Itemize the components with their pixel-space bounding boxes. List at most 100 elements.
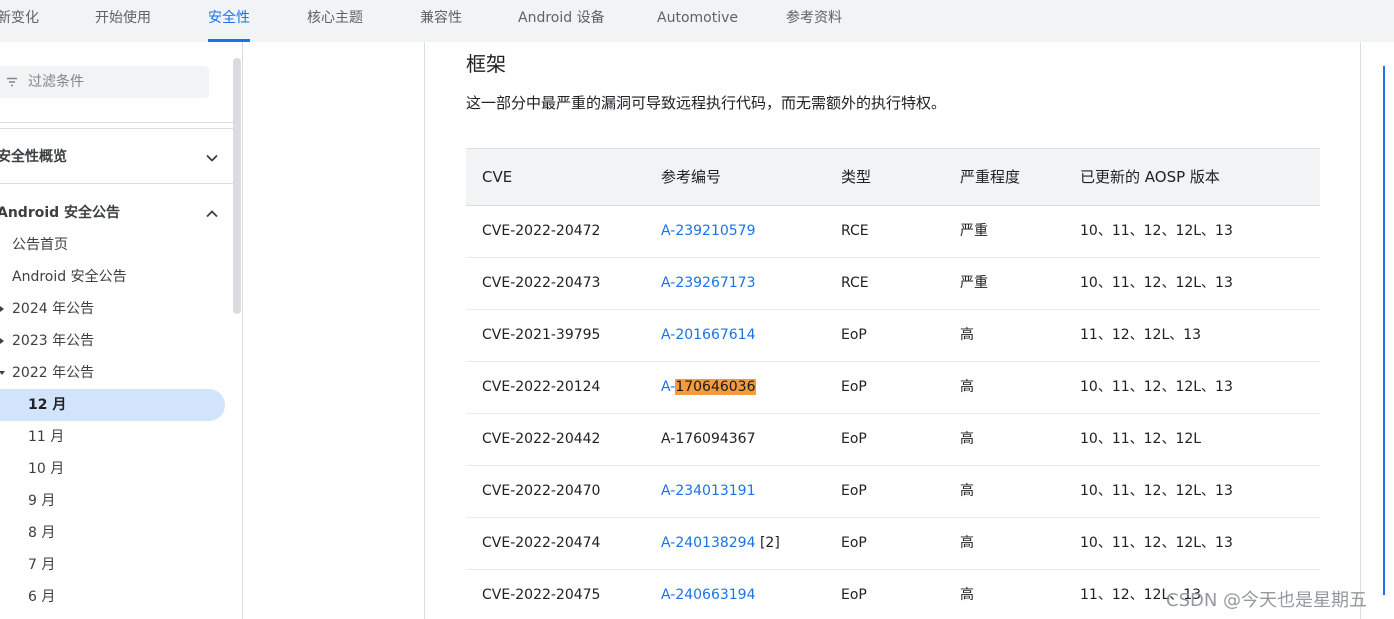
aosp-versions: 10、11、12、12L、13 [1080, 483, 1233, 499]
vuln-type: EoP [841, 535, 867, 551]
tab-whats-new[interactable]: 新变化 [0, 0, 39, 42]
severity: 高 [960, 431, 974, 447]
sidebar-item-november[interactable]: 11 月 [28, 422, 64, 452]
table-row: CVE-2022-20442 A-176094367 EoP 高 10、11、1… [466, 414, 1320, 466]
table-row: CVE-2022-20470 A-234013191 EoP 高 10、11、1… [466, 466, 1320, 518]
aosp-versions: 10、11、12、12L、13 [1080, 535, 1233, 551]
table-row: CVE-2021-39795 A-201667614 EoP 高 11、12、1… [466, 310, 1320, 362]
severity: 严重 [960, 275, 988, 291]
sidebar: 安全性概览 Android 安全公告 公告首页 Android 安全公告 202… [0, 42, 243, 619]
sidebar-item-september[interactable]: 9 月 [28, 486, 55, 516]
sidebar-item-june[interactable]: 6 月 [28, 582, 55, 612]
divider [0, 128, 233, 129]
table-row: CVE-2022-20474 A-240138294 [2] EoP 高 10、… [466, 518, 1320, 570]
chevron-up-icon [205, 207, 219, 221]
divider [0, 183, 233, 184]
top-nav: 新变化 开始使用 安全性 核心主题 兼容性 Android 设备 Automot… [0, 0, 1394, 42]
sidebar-item-october[interactable]: 10 月 [28, 454, 64, 484]
bug-reference-link[interactable]: A-240138294 [661, 535, 756, 551]
sidebar-item-2023[interactable]: 2023 年公告 [12, 326, 94, 356]
section-android-bulletins[interactable]: Android 安全公告 [0, 198, 229, 228]
bug-reference-link[interactable]: A-239267173 [661, 275, 756, 291]
cve-id: CVE-2022-20474 [482, 535, 601, 551]
divider [0, 122, 233, 123]
severity: 严重 [960, 223, 988, 239]
cve-id: CVE-2021-39795 [482, 327, 601, 343]
caret-right-icon [0, 306, 5, 312]
filter-input[interactable] [28, 66, 198, 98]
tab-security[interactable]: 安全性 [208, 0, 250, 42]
vuln-type: EoP [841, 379, 867, 395]
vuln-type: EoP [841, 483, 867, 499]
bug-reference-link[interactable]: A-240663194 [661, 587, 756, 603]
vuln-type: EoP [841, 587, 867, 603]
vuln-type: RCE [841, 223, 869, 239]
cve-id: CVE-2022-20473 [482, 275, 601, 291]
cve-id: CVE-2022-20470 [482, 483, 601, 499]
toc-progress-rail [1383, 66, 1385, 595]
bug-reference-link[interactable]: A-239210579 [661, 223, 756, 239]
sidebar-item-july[interactable]: 7 月 [28, 550, 55, 580]
vuln-type: EoP [841, 431, 867, 447]
ref-cell: A-170646036 [661, 362, 756, 413]
section-heading: 框架 [466, 52, 506, 76]
vulnerability-table: CVE 参考编号 类型 严重程度 已更新的 AOSP 版本 CVE-2022-2… [466, 148, 1320, 619]
severity: 高 [960, 483, 974, 499]
tab-compatibility[interactable]: 兼容性 [420, 0, 462, 42]
tab-reference[interactable]: 参考资料 [786, 0, 842, 42]
main-content: 框架 这一部分中最严重的漏洞可导致远程执行代码，而无需额外的执行特权。 CVE … [424, 42, 1361, 619]
aosp-versions: 11、12、12L、13 [1080, 327, 1202, 343]
severity: 高 [960, 379, 974, 395]
table-row: CVE-2022-20124 A-170646036 EoP 高 10、11、1… [466, 362, 1320, 414]
cve-id: CVE-2022-20472 [482, 223, 601, 239]
cve-id: CVE-2022-20442 [482, 431, 601, 447]
tab-android-devices[interactable]: Android 设备 [518, 0, 605, 42]
aosp-versions: 10、11、12、12L、13 [1080, 379, 1233, 395]
ref-cell: A-234013191 [661, 466, 756, 517]
sidebar-item-android-bulletins[interactable]: Android 安全公告 [12, 262, 127, 292]
sidebar-item-august[interactable]: 8 月 [28, 518, 55, 548]
table-header: CVE 参考编号 类型 严重程度 已更新的 AOSP 版本 [466, 148, 1320, 206]
sidebar-item-2022[interactable]: 2022 年公告 [12, 358, 94, 388]
column-header: 已更新的 AOSP 版本 [1080, 168, 1220, 186]
sidebar-item-december[interactable]: 12 月 [0, 389, 225, 421]
column-header: 参考编号 [661, 168, 722, 186]
aosp-versions: 10、11、12、12L [1080, 431, 1202, 447]
vuln-type: EoP [841, 327, 867, 343]
ref-cell: A-239267173 [661, 258, 756, 309]
section-security-overview[interactable]: 安全性概览 [0, 142, 229, 172]
filter-box[interactable] [0, 66, 209, 98]
table-row: CVE-2022-20472 A-239210579 RCE 严重 10、11、… [466, 206, 1320, 258]
column-header: CVE [482, 168, 513, 186]
tab-get-started[interactable]: 开始使用 [95, 0, 151, 42]
section-label: 安全性概览 [0, 149, 67, 165]
ref-extra-link[interactable]: [2] [756, 535, 780, 551]
tab-automotive[interactable]: Automotive [657, 0, 738, 42]
tab-core-topics[interactable]: 核心主题 [307, 0, 363, 42]
ref-cell: A-239210579 [661, 206, 756, 257]
sidebar-item-2024[interactable]: 2024 年公告 [12, 294, 94, 324]
ref-cell: A-201667614 [661, 310, 756, 361]
severity: 高 [960, 587, 974, 603]
column-header: 严重程度 [960, 168, 1021, 186]
filter-icon [6, 76, 18, 88]
caret-down-icon [0, 370, 5, 376]
ref-cell: A-240138294 [2] [661, 518, 780, 569]
severity: 高 [960, 535, 974, 551]
ref-prefix: A- [661, 379, 676, 395]
bug-reference-link[interactable]: A-170646036 [661, 379, 756, 395]
sidebar-item-bulletin-home[interactable]: 公告首页 [12, 230, 68, 260]
search-highlight: 170646036 [675, 379, 756, 395]
cve-id: CVE-2022-20124 [482, 379, 601, 395]
bug-reference-text: A-176094367 [661, 431, 756, 447]
chevron-down-icon [205, 151, 219, 165]
caret-right-icon [0, 338, 5, 344]
bug-reference-link[interactable]: A-201667614 [661, 327, 756, 343]
aosp-versions: 10、11、12、12L、13 [1080, 275, 1233, 291]
cve-id: CVE-2022-20475 [482, 587, 601, 603]
bug-reference-link[interactable]: A-234013191 [661, 483, 756, 499]
aosp-versions: 10、11、12、12L、13 [1080, 223, 1233, 239]
section-label: Android 安全公告 [0, 205, 121, 221]
column-header: 类型 [841, 168, 872, 186]
sidebar-scrollbar[interactable] [233, 58, 241, 314]
